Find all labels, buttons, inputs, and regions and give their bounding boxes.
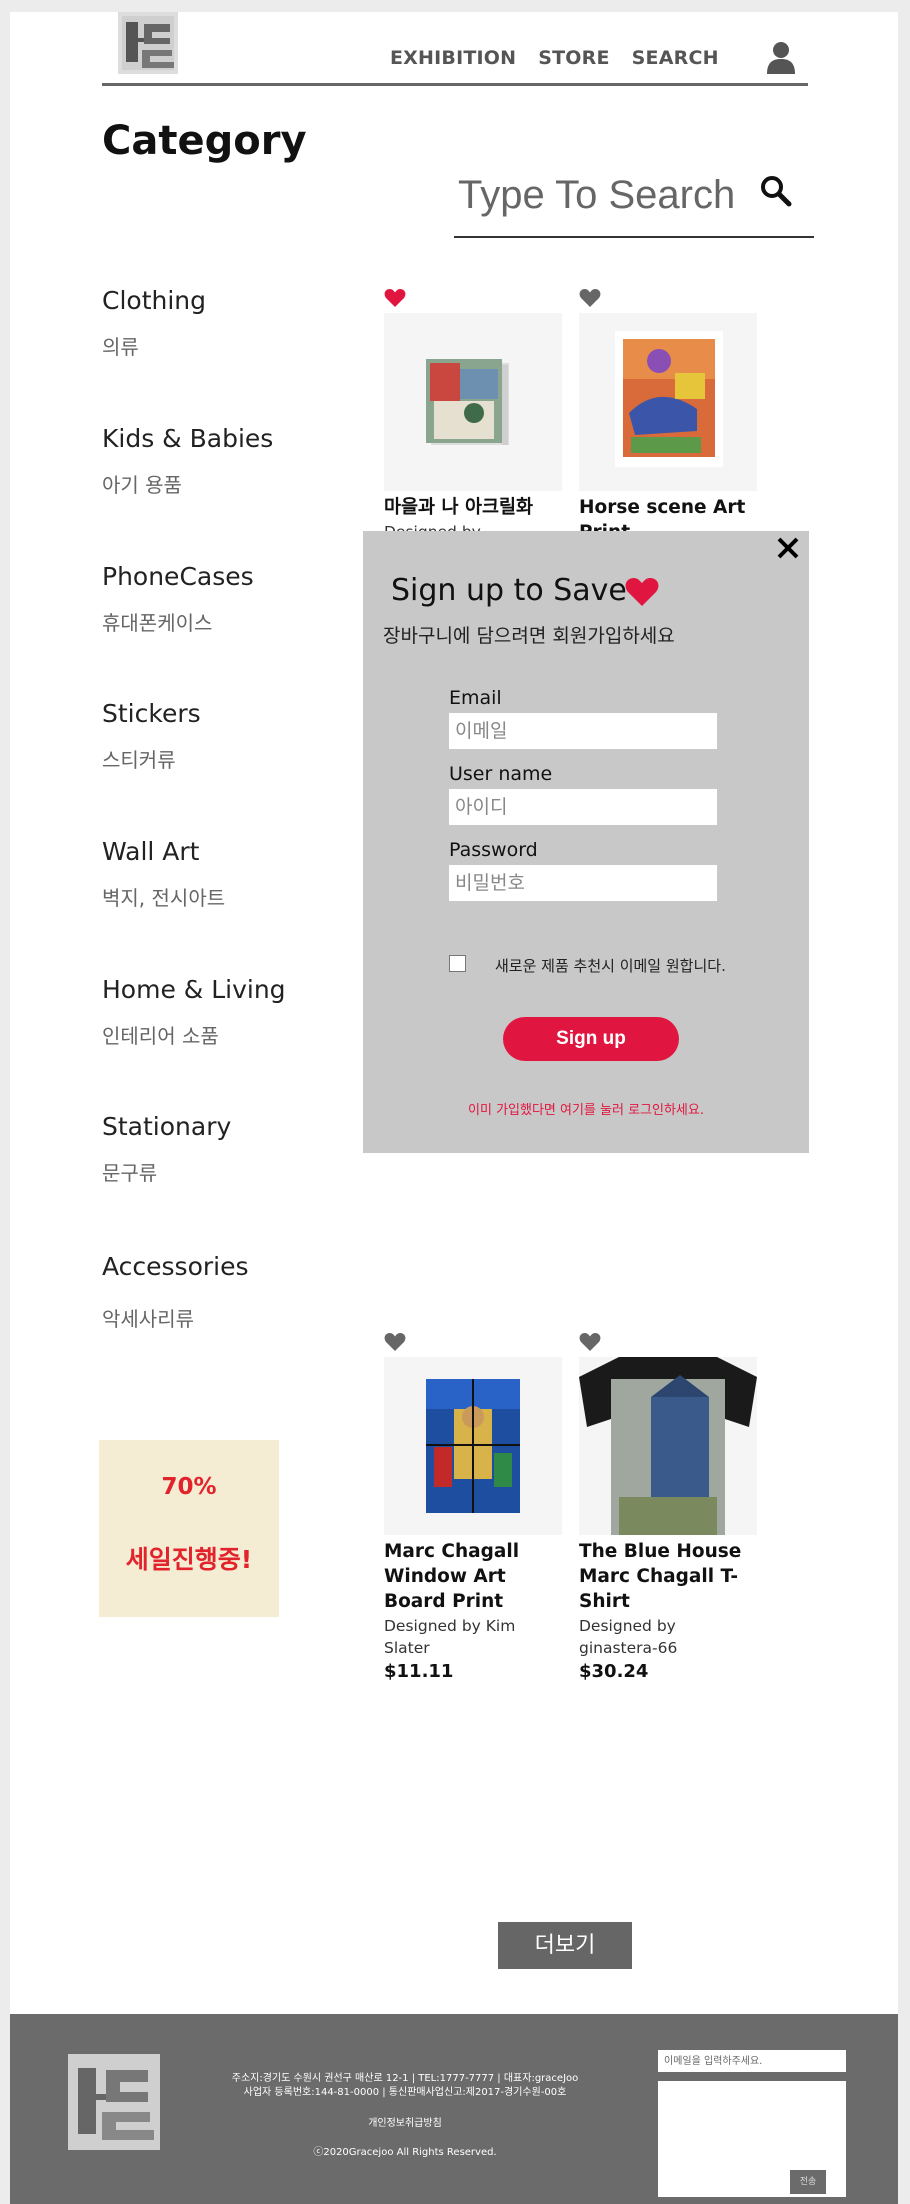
sidebar-item-home-living[interactable]: Home & Living 인테리어 소품 — [102, 975, 322, 1049]
product-price: $30.24 — [579, 1661, 649, 1682]
page: EXHIBITION STORE SEARCH Category Clothin… — [10, 12, 898, 2204]
product-title[interactable]: 마을과 나 아크릴화 — [384, 495, 562, 520]
heart-icon[interactable] — [579, 1332, 601, 1352]
sale-text: 세일진행중! — [125, 1545, 253, 1574]
product-title[interactable]: The Blue House Marc Chagall T-Shirt — [579, 1539, 757, 1614]
sidebar-item-label: Clothing — [102, 286, 207, 315]
nav-store[interactable]: STORE — [538, 47, 609, 69]
product-card[interactable]: The Blue House Marc Chagall T-Shirt Desi… — [579, 1333, 757, 1682]
email-label: Email — [449, 687, 502, 709]
heart-icon[interactable] — [579, 288, 601, 308]
sidebar-item-sublabel: 아기 용품 — [102, 473, 182, 497]
sidebar-item-sublabel: 문구류 — [102, 1161, 158, 1185]
username-label: User name — [449, 763, 553, 785]
heart-icon[interactable] — [384, 1332, 406, 1352]
sidebar-item-clothing[interactable]: Clothing 의류 — [102, 286, 322, 360]
nav-exhibition[interactable]: EXHIBITION — [390, 47, 516, 69]
product-designer: Designed by ginastera-66 — [579, 1617, 678, 1657]
sidebar-item-label: Kids & Babies — [102, 424, 274, 453]
footer-info: 주소지:경기도 수원시 권선구 매산로 12-1 | TEL:1777-7777… — [210, 2072, 600, 2100]
nav-search[interactable]: SEARCH — [632, 47, 719, 69]
footer-address-line2: 사업자 등록번호:144-81-0000 | 통신판매사업신고:제2017-경기… — [243, 2087, 567, 2098]
newsletter-label: 새로운 제품 추천시 이메일 원합니다. — [495, 957, 726, 975]
footer-logo[interactable] — [68, 2054, 160, 2150]
sale-banner[interactable]: 70% 세일진행중! — [99, 1440, 279, 1617]
search-icon[interactable] — [759, 174, 793, 208]
close-icon[interactable] — [775, 535, 801, 561]
email-field[interactable] — [449, 713, 717, 749]
sidebar-item-sublabel: 스티커류 — [102, 748, 176, 772]
product-card[interactable]: 마을과 나 아크릴화 Designed by — [384, 289, 562, 531]
sidebar-item-label: Wall Art — [102, 837, 200, 866]
modal-subtitle: 장바구니에 담으려면 회원가입하세요 — [383, 625, 675, 647]
footer-email-input[interactable] — [658, 2050, 846, 2072]
sidebar-item-label: Home & Living — [102, 975, 286, 1004]
main-nav: EXHIBITION STORE SEARCH — [390, 47, 741, 69]
sidebar-item-sublabel: 악세사리류 — [102, 1307, 194, 1331]
copyright: ⓒ2020Gracejoo All Rights Reserved. — [313, 2147, 497, 2158]
signup-button[interactable]: Sign up — [503, 1017, 679, 1061]
login-link[interactable]: 이미 가입했다면 여기를 눌러 로그인하세요. — [363, 1099, 809, 1118]
sidebar-item-label: Stationary — [102, 1112, 232, 1141]
password-field[interactable] — [449, 865, 717, 901]
header-divider — [102, 83, 808, 86]
product-image[interactable] — [384, 1357, 562, 1535]
newsletter-checkbox[interactable] — [449, 955, 466, 972]
sidebar-item-label: Accessories — [102, 1252, 249, 1281]
load-more-button[interactable]: 더보기 — [498, 1922, 632, 1969]
sidebar-item-label: Stickers — [102, 699, 201, 728]
footer-address-line1: 주소지:경기도 수원시 권선구 매산로 12-1 | TEL:1777-7777… — [231, 2073, 579, 2084]
product-designer: Designed by Kim Slater — [384, 1617, 516, 1657]
product-card[interactable]: Marc Chagall Window Art Board Print Desi… — [384, 1333, 562, 1682]
product-image[interactable] — [579, 1357, 757, 1535]
sidebar-item-stickers[interactable]: Stickers 스티커류 — [102, 699, 322, 773]
product-card[interactable]: Horse scene Art Print — [579, 289, 757, 534]
modal-title: Sign up to Save — [391, 573, 627, 608]
sidebar-item-sublabel: 인테리어 소품 — [102, 1024, 219, 1048]
privacy-link[interactable]: 개인정보취급방침 — [210, 2114, 600, 2129]
product-image[interactable] — [579, 313, 757, 491]
heart-icon — [625, 578, 659, 606]
footer: 주소지:경기도 수원시 권선구 매산로 12-1 | TEL:1777-7777… — [10, 2014, 898, 2204]
search-bar — [454, 160, 814, 238]
sidebar-item-accessories[interactable]: Accessories 악세사리류 — [102, 1252, 322, 1332]
sale-percent: 70% — [161, 1474, 217, 1500]
product-title[interactable]: Marc Chagall Window Art Board Print — [384, 1539, 562, 1614]
product-designer: Designed by — [384, 521, 562, 531]
product-price: $11.11 — [384, 1661, 454, 1682]
username-field[interactable] — [449, 789, 717, 825]
sidebar-item-label: PhoneCases — [102, 562, 254, 591]
sidebar-item-phonecases[interactable]: PhoneCases 휴대폰케이스 — [102, 562, 322, 636]
heart-icon-filled[interactable] — [384, 288, 406, 308]
user-icon[interactable] — [765, 40, 797, 74]
page-title: Category — [102, 118, 307, 164]
sidebar-item-sublabel: 의류 — [102, 335, 139, 359]
sidebar-item-sublabel: 벽지, 전시아트 — [102, 886, 226, 910]
password-label: Password — [449, 839, 538, 861]
product-image[interactable] — [384, 313, 562, 491]
product-title[interactable]: Horse scene Art Print — [579, 495, 757, 534]
signup-modal: Sign up to Save 장바구니에 담으려면 회원가입하세요 Email… — [363, 531, 809, 1153]
logo[interactable] — [118, 12, 178, 74]
sidebar-item-sublabel: 휴대폰케이스 — [102, 611, 213, 635]
search-input[interactable] — [458, 170, 748, 220]
sidebar-item-wall-art[interactable]: Wall Art 벽지, 전시아트 — [102, 837, 322, 911]
sidebar-item-stationary[interactable]: Stationary 문구류 — [102, 1112, 322, 1186]
sidebar-item-kids-babies[interactable]: Kids & Babies 아기 용품 — [102, 424, 322, 498]
footer-send-button[interactable]: 전송 — [790, 2170, 826, 2194]
